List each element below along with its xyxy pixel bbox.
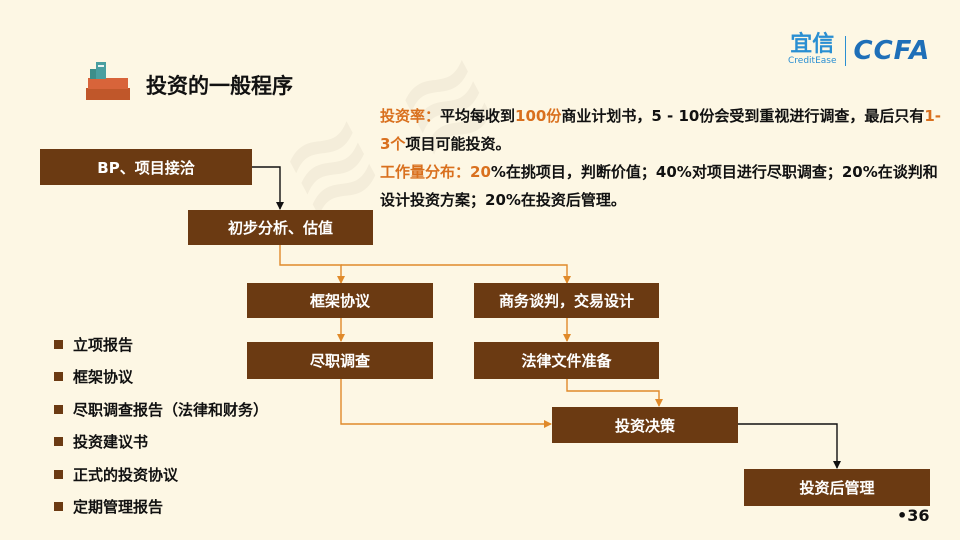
list-item: 框架协议: [54, 361, 268, 394]
slide: ≋ ≋ 宜信 CreditEase CCFA 投资的一般程序 投资率：平均每收到…: [0, 0, 960, 540]
bullet-square-icon: [54, 437, 63, 447]
bullet-square-icon: [54, 404, 63, 414]
bullet-square-icon: [54, 372, 63, 382]
arrow-legal-to-decision: [566, 379, 663, 407]
bullet-square-icon: [54, 339, 63, 349]
arrow-analysis-to-negotiation: [341, 264, 571, 284]
report-list: 立项报告 框架协议 尽职调查报告（法律和财务） 投资建议书 正式的投资协议 定期…: [54, 328, 268, 523]
box-post-management: 投资后管理: [744, 469, 930, 506]
box-legal: 法律文件准备: [474, 342, 659, 379]
arrow-decision-to-post: [738, 423, 841, 469]
list-item: 正式的投资协议: [54, 458, 268, 491]
box-negotiation: 商务谈判，交易设计: [474, 283, 659, 318]
box-due-diligence: 尽职调查: [247, 342, 433, 379]
box-decision: 投资决策: [552, 407, 738, 443]
arrow-duediligence-to-decision: [340, 379, 552, 428]
box-analysis: 初步分析、估值: [188, 210, 373, 245]
arrow-analysis-to-framework: [279, 245, 345, 284]
arrow-bp-to-analysis: [252, 166, 284, 210]
list-item: 投资建议书: [54, 426, 268, 459]
list-item: 立项报告: [54, 328, 268, 361]
bullet-square-icon: [54, 502, 63, 512]
box-framework: 框架协议: [247, 283, 433, 318]
page-number: •36: [897, 506, 930, 525]
box-bp: BP、项目接洽: [40, 149, 252, 185]
list-item: 定期管理报告: [54, 491, 268, 524]
bullet-square-icon: [54, 469, 63, 479]
list-item: 尽职调查报告（法律和财务）: [54, 393, 268, 426]
